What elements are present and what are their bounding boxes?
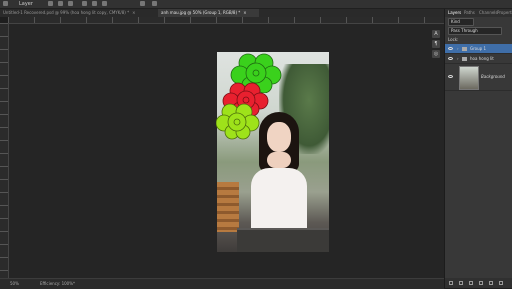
3d-mode-icon[interactable] — [140, 1, 145, 6]
visibility-eye-icon[interactable] — [448, 47, 453, 50]
layer-hoa-hong-lit[interactable]: › hoa hong lit — [445, 54, 512, 64]
layers-list: › Group 1 › hoa hong lit Background — [445, 44, 512, 94]
tab-layers[interactable]: Layers — [448, 9, 461, 17]
panel-icon-strip: A ¶ ◎ — [430, 28, 442, 72]
filter-row: Kind — [445, 17, 512, 26]
layer-group-1[interactable]: › Group 1 — [445, 44, 512, 54]
glyph-icon[interactable]: ◎ — [432, 50, 440, 58]
chevron-right-icon[interactable]: › — [457, 56, 459, 61]
tab-untitled[interactable]: Untitled-1 Recovered.psd @ 99% (hoa hong… — [0, 9, 158, 17]
tab-properties[interactable]: Properties — [497, 9, 512, 17]
adjustment-icon[interactable] — [479, 281, 483, 285]
tab-anh-mau[interactable]: anh mau.jpg @ 50% (Group 1, RGB/8) * × — [158, 9, 259, 17]
distribute-icon[interactable] — [92, 1, 97, 6]
blend-row: Pass Through — [445, 26, 512, 35]
close-icon[interactable]: × — [243, 10, 246, 15]
lock-label: Lock: — [448, 37, 459, 42]
distribute-icon[interactable] — [82, 1, 87, 6]
move-tool-icon[interactable] — [3, 1, 8, 6]
ruler-vertical — [0, 23, 9, 278]
tab-paths[interactable]: Paths — [464, 9, 475, 17]
mask-icon[interactable] — [469, 281, 473, 285]
new-group-icon[interactable] — [489, 281, 493, 285]
folder-icon — [462, 47, 467, 51]
layer-background[interactable]: Background — [445, 64, 512, 91]
layers-panel-footer — [445, 278, 512, 288]
close-icon[interactable]: × — [132, 10, 135, 15]
3d-mode-icon[interactable] — [152, 1, 157, 6]
panel-tabs: Layers Paths Channels Properties — [445, 9, 512, 17]
auto-select-dropdown[interactable]: Layer — [19, 0, 33, 8]
wooden-bench — [217, 182, 239, 232]
chevron-right-icon[interactable]: › — [457, 46, 459, 51]
visibility-eye-icon[interactable] — [448, 57, 453, 60]
document-tabs: Untitled-1 Recovered.psd @ 99% (hoa hong… — [0, 9, 444, 17]
blend-mode-select[interactable]: Pass Through — [448, 27, 502, 35]
paragraph-icon[interactable]: ¶ — [432, 40, 440, 48]
visibility-eye-icon[interactable] — [448, 75, 453, 78]
layers-panel: Layers Paths Channels Properties Kind Pa… — [444, 9, 512, 288]
options-bar: Layer — [0, 0, 512, 9]
lock-row: Lock: — [445, 35, 512, 44]
align-icon[interactable] — [58, 1, 63, 6]
type-icon[interactable]: A — [432, 30, 440, 38]
delete-icon[interactable] — [499, 281, 503, 285]
filter-kind-select[interactable]: Kind — [448, 18, 474, 26]
link-icon[interactable] — [449, 281, 453, 285]
ruler-horizontal — [8, 17, 444, 24]
yellow-green-flower[interactable] — [216, 102, 260, 140]
distribute-icon[interactable] — [102, 1, 107, 6]
align-icon[interactable] — [48, 1, 53, 6]
status-bar: 50% Efficiency: 100%* — [0, 278, 444, 289]
align-icon[interactable] — [68, 1, 73, 6]
fx-icon[interactable] — [459, 281, 463, 285]
table — [237, 228, 329, 252]
folder-icon — [462, 57, 467, 61]
tab-channels[interactable]: Channels — [479, 9, 498, 17]
layer-thumbnail — [459, 66, 479, 90]
